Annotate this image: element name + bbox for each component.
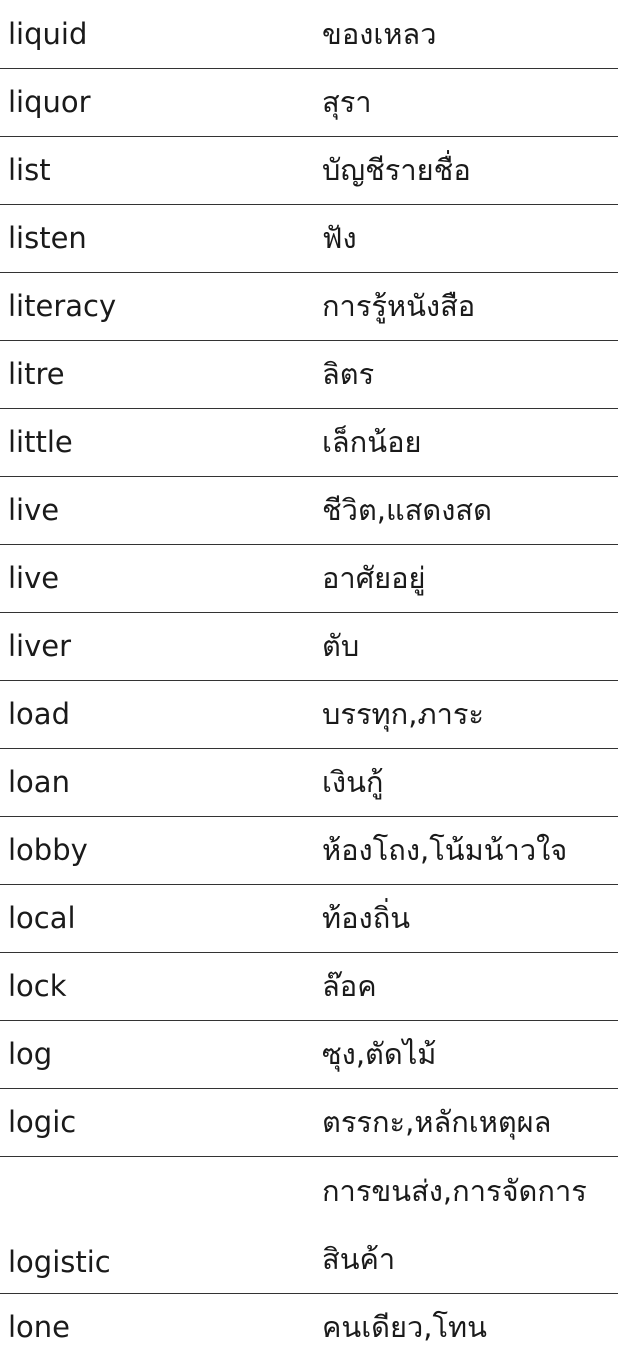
english-word: liver <box>0 612 310 681</box>
table-row: log ซุง,ตัดไม้ <box>0 1020 618 1089</box>
english-word: little <box>0 408 310 477</box>
table-row: load บรรทุก,ภาระ <box>0 680 618 749</box>
table-row: liquid ของเหลว <box>0 0 618 69</box>
table-row: logistic การขนส่ง,การจัดการสินค้า <box>0 1156 618 1294</box>
english-word: logistic <box>0 1156 310 1294</box>
vocabulary-table-body: liquid ของเหลว liquor สุรา list บัญชีราย… <box>0 0 618 1361</box>
thai-translation: อาศัยอยู่ <box>310 544 618 613</box>
thai-translation: บัญชีรายชื่อ <box>310 136 618 205</box>
vocabulary-table: liquid ของเหลว liquor สุรา list บัญชีราย… <box>0 0 618 1361</box>
english-word: literacy <box>0 272 310 341</box>
english-word: lobby <box>0 816 310 885</box>
thai-translation: บรรทุก,ภาระ <box>310 680 618 749</box>
thai-translation: การรู้หนังสือ <box>310 272 618 341</box>
table-row: liver ตับ <box>0 612 618 681</box>
thai-translation: ฟัง <box>310 204 618 273</box>
table-row: liquor สุรา <box>0 68 618 137</box>
english-word: listen <box>0 204 310 273</box>
english-word: local <box>0 884 310 953</box>
thai-translation: ตับ <box>310 612 618 681</box>
thai-translation: ซุง,ตัดไม้ <box>310 1020 618 1089</box>
thai-translation: ของเหลว <box>310 0 618 69</box>
thai-translation: ท้องถิ่น <box>310 884 618 953</box>
table-row: list บัญชีรายชื่อ <box>0 136 618 205</box>
english-word: logic <box>0 1088 310 1157</box>
table-row: logic ตรรกะ,หลักเหตุผล <box>0 1088 618 1157</box>
thai-translation: เงินกู้ <box>310 748 618 817</box>
table-row: live ชีวิต,แสดงสด <box>0 476 618 545</box>
english-word: list <box>0 136 310 205</box>
table-row: literacy การรู้หนังสือ <box>0 272 618 341</box>
table-row: little เล็กน้อย <box>0 408 618 477</box>
table-row: lock ล๊อค <box>0 952 618 1021</box>
thai-translation: สุรา <box>310 68 618 137</box>
english-word: loan <box>0 748 310 817</box>
table-row: lobby ห้องโถง,โน้มน้าวใจ <box>0 816 618 885</box>
thai-translation: ตรรกะ,หลักเหตุผล <box>310 1088 618 1157</box>
english-word: liquor <box>0 68 310 137</box>
thai-translation: ลิตร <box>310 340 618 409</box>
table-row: litre ลิตร <box>0 340 618 409</box>
table-row: live อาศัยอยู่ <box>0 544 618 613</box>
table-row: loan เงินกู้ <box>0 748 618 817</box>
thai-translation: ห้องโถง,โน้มน้าวใจ <box>310 816 618 885</box>
table-row: lone คนเดียว,โทน <box>0 1293 618 1361</box>
thai-translation: ชีวิต,แสดงสด <box>310 476 618 545</box>
english-word: litre <box>0 340 310 409</box>
thai-translation: การขนส่ง,การจัดการสินค้า <box>310 1156 618 1294</box>
english-word: live <box>0 476 310 545</box>
english-word: liquid <box>0 0 310 69</box>
english-word: lone <box>8 1310 71 1345</box>
table-row: local ท้องถิ่น <box>0 884 618 953</box>
english-word: lock <box>0 952 310 1021</box>
thai-translation: ล๊อค <box>310 952 618 1021</box>
thai-translation: คนเดียว,โทน <box>322 1310 487 1345</box>
table-row: listen ฟัง <box>0 204 618 273</box>
english-word: live <box>0 544 310 613</box>
thai-translation: เล็กน้อย <box>310 408 618 477</box>
english-word: load <box>0 680 310 749</box>
english-word: log <box>0 1020 310 1089</box>
